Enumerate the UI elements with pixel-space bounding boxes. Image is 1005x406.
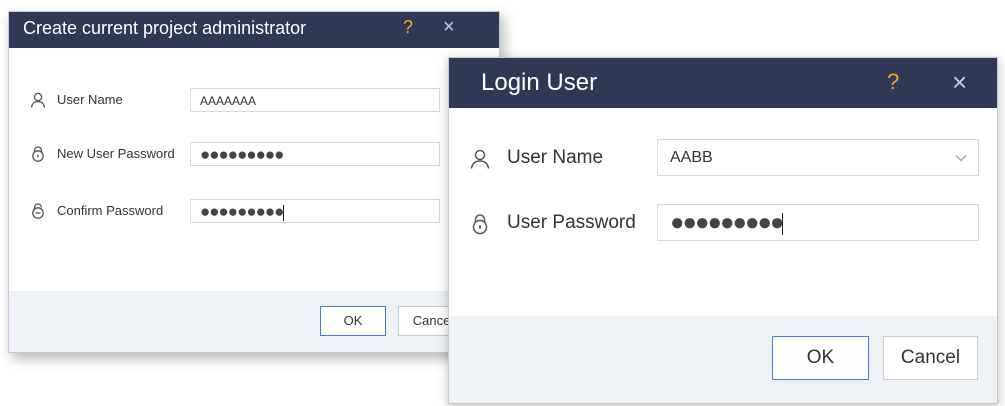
user-name-label: User Name	[507, 147, 604, 168]
user-password-label: User Password	[507, 212, 636, 233]
user-password-input[interactable]: ●●●●●●●●●	[657, 204, 979, 241]
user-name-input[interactable]: AAAAAAA	[190, 88, 440, 112]
login-user-dialog: Login User ? × User Name AABB User Passw…	[448, 57, 998, 404]
confirm-password-label: Confirm Password	[57, 203, 164, 218]
admin-username-row: User Name AAAAAAA	[29, 88, 499, 114]
help-icon[interactable]: ?	[887, 69, 899, 95]
ok-button[interactable]: OK	[320, 306, 386, 336]
ok-button[interactable]: OK	[772, 336, 869, 380]
close-icon[interactable]: ×	[952, 67, 967, 98]
admin-new-password-row: New User Password ●●●●●●●●●	[29, 142, 499, 168]
lock-icon	[472, 214, 488, 235]
user-name-label: User Name	[57, 92, 123, 107]
lock-icon	[32, 146, 44, 162]
close-icon[interactable]: ×	[443, 16, 455, 39]
user-name-value: AABB	[670, 149, 713, 166]
chevron-down-icon[interactable]	[954, 140, 968, 175]
new-password-label: New User Password	[57, 146, 175, 161]
login-password-row: User Password ●●●●●●●●●	[469, 204, 989, 242]
create-admin-dialog: Create current project administrator ? ×…	[8, 11, 500, 353]
user-icon	[30, 92, 46, 108]
user-icon	[470, 149, 490, 169]
login-username-row: User Name AABB	[469, 139, 989, 177]
text-caret	[283, 204, 285, 221]
dialog-title: Login User	[481, 69, 598, 96]
login-titlebar: Login User ? ×	[449, 58, 997, 108]
admin-confirm-password-row: Confirm Password ●●●●●●●●●	[29, 199, 499, 225]
cancel-button[interactable]: Cancel	[883, 336, 978, 380]
new-password-input[interactable]: ●●●●●●●●●	[190, 142, 440, 166]
text-caret	[782, 212, 784, 235]
confirm-password-input[interactable]: ●●●●●●●●●	[190, 199, 440, 223]
dialog-title: Create current project administrator	[23, 18, 307, 38]
help-icon[interactable]: ?	[403, 17, 413, 38]
confirm-password-value: ●●●●●●●●●	[200, 202, 284, 221]
create-admin-titlebar: Create current project administrator ? ×	[9, 12, 499, 48]
user-name-select[interactable]: AABB	[657, 139, 979, 176]
confirm-lock-icon	[32, 203, 44, 219]
user-password-value: ●●●●●●●●●	[670, 209, 784, 236]
